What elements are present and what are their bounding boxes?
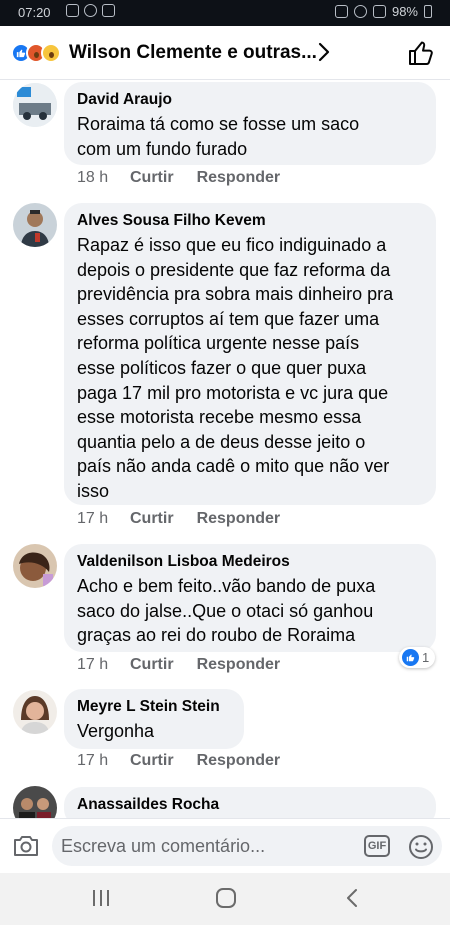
camera-icon[interactable] (12, 834, 40, 863)
avatar[interactable] (13, 203, 57, 247)
like-reaction-icon (402, 649, 419, 666)
comment-bubble[interactable]: David Araujo Roraima tá como se fosse um… (64, 82, 436, 165)
system-nav-bar (0, 873, 450, 925)
comment-actions: 17 h Curtir Responder (77, 752, 303, 770)
avatar[interactable] (13, 83, 57, 127)
comment-author[interactable]: Anassaildes Rocha (77, 795, 423, 815)
gif-icon[interactable]: GIF (364, 835, 390, 857)
profile-icon (102, 4, 115, 17)
messenger-icon (66, 4, 79, 17)
reply-button[interactable]: Responder (197, 752, 281, 770)
reaction-badge[interactable]: 1 (399, 647, 436, 668)
like-button[interactable]: Curtir (130, 656, 174, 674)
comment-actions: 17 h Curtir Responder (77, 510, 303, 528)
like-button[interactable]: Curtir (130, 752, 174, 770)
reaction-count: 1 (422, 650, 430, 665)
comment-time: 17 h (77, 656, 109, 673)
whatsapp-icon (84, 4, 97, 17)
battery-icon (424, 5, 432, 18)
comment-time: 17 h (77, 510, 109, 527)
comment-text: Rapaz é isso que eu fico indiguinado a d… (77, 235, 394, 501)
page-title[interactable]: Wilson Clemente e outras... (69, 42, 317, 64)
like-button[interactable]: Curtir (130, 169, 174, 187)
comment-text: Vergonha (77, 721, 155, 741)
avatar[interactable] (13, 690, 57, 734)
reply-button[interactable]: Responder (197, 510, 281, 528)
comment-input-placeholder: Escreva um comentário... (61, 836, 266, 856)
emoji-icon[interactable] (408, 834, 434, 865)
reactions-summary[interactable] (11, 43, 61, 63)
comment-input[interactable]: Escreva um comentário... GIF (52, 826, 442, 866)
comments-header: Wilson Clemente e outras... (0, 26, 450, 80)
reply-button[interactable]: Responder (197, 169, 281, 187)
comment-author[interactable]: Alves Sousa Filho Kevem (77, 211, 423, 231)
notification-icons (66, 4, 115, 17)
status-bar: 07:20 98% (0, 0, 450, 26)
signal-icon (372, 5, 386, 18)
comment-bubble[interactable]: Meyre L Stein Stein Vergonha (64, 689, 244, 749)
comment-actions: 18 h Curtir Responder (77, 169, 303, 187)
comment-text: Roraima tá como se fosse um saco com um … (77, 114, 360, 159)
battery-level: 98% (391, 4, 418, 19)
comment-time: 18 h (77, 169, 109, 186)
comment-bubble[interactable]: Alves Sousa Filho Kevem Rapaz é isso que… (64, 203, 436, 505)
wow-reaction-icon (41, 43, 61, 63)
comment-bubble[interactable]: Valdenilson Lisboa Medeiros Acho e bem f… (64, 544, 436, 652)
comment-text: Acho e bem feito..vão bando de puxa saco… (77, 576, 376, 646)
mute-icon (334, 5, 348, 18)
reply-button[interactable]: Responder (197, 656, 281, 674)
comment-time: 17 h (77, 752, 109, 769)
comment-actions: 17 h Curtir Responder (77, 656, 303, 674)
comment-author[interactable]: Valdenilson Lisboa Medeiros (77, 552, 423, 572)
system-icons: 98% (334, 4, 432, 19)
avatar[interactable] (13, 544, 57, 588)
wifi-icon (353, 5, 367, 18)
status-time: 07:20 (18, 5, 51, 20)
like-button[interactable]: Curtir (130, 510, 174, 528)
thumbs-up-icon[interactable] (407, 39, 435, 67)
back-icon[interactable] (344, 887, 360, 914)
home-icon[interactable] (215, 887, 237, 914)
chevron-right-icon[interactable] (318, 42, 330, 67)
comment-author[interactable]: David Araujo (77, 90, 423, 110)
comment-author[interactable]: Meyre L Stein Stein (77, 697, 231, 717)
recent-apps-icon[interactable] (91, 887, 111, 914)
comment-composer: Escreva um comentário... GIF (0, 818, 450, 873)
